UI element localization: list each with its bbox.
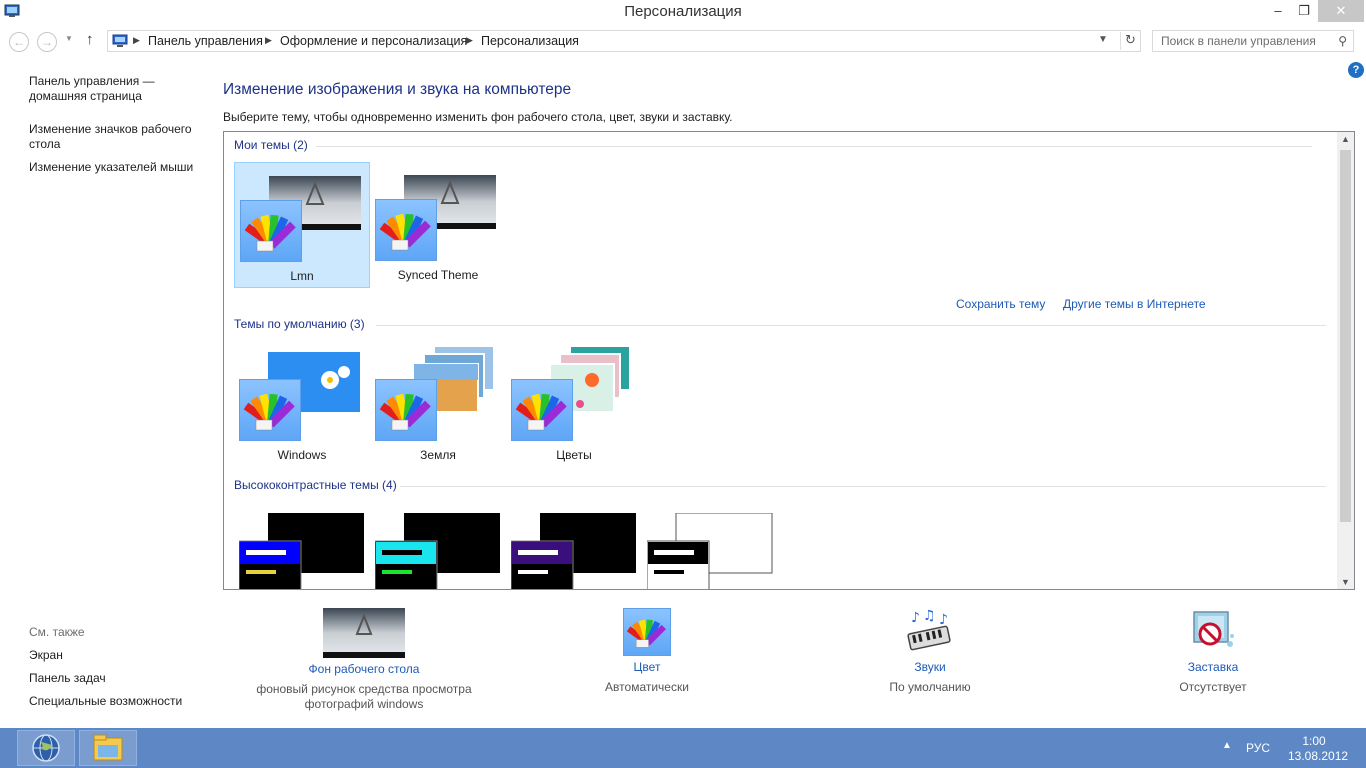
group-divider [376,325,1326,326]
breadcrumb-separator-icon[interactable]: ▶ [133,35,140,46]
color-palette-icon [239,379,301,441]
theme-high-contrast-4[interactable] [647,513,773,590]
theme-label: Земля [420,448,456,462]
sounds-setting[interactable]: ♪ ♫ ♪ Звуки По умолчанию [810,608,1050,695]
window-title: Персонализация [624,3,742,20]
see-also-title: См. также [29,625,85,639]
svg-text:♫: ♫ [923,608,936,624]
group-title-my-themes[interactable]: Мои темы (2) [234,138,308,152]
scroll-up-icon[interactable]: ▲ [1341,134,1350,144]
theme-high-contrast-3[interactable] [511,513,637,590]
scroll-down-icon[interactable]: ▼ [1341,577,1350,587]
search-icon[interactable]: ⚲ [1338,34,1347,48]
refresh-icon[interactable]: ↻ [1120,32,1140,50]
theme-flowers[interactable]: Цветы [506,342,642,468]
screensaver-setting[interactable]: Заставка Отсутствует [1093,608,1333,695]
scroll-thumb[interactable] [1340,150,1351,522]
group-title-default-themes[interactable]: Темы по умолчанию (3) [234,317,365,331]
forward-arrow-icon[interactable]: → [37,32,57,52]
breadcrumb-appearance[interactable]: Оформление и персонализация [280,34,467,48]
color-setting[interactable]: Цвет Автоматически [527,608,767,695]
back-arrow-icon[interactable]: ← [9,32,29,52]
screensaver-icon [1193,611,1234,647]
mouse-pointers-link[interactable]: Изменение указателей мыши [29,160,204,175]
title-bar: Персонализация – ❐ ✕ [0,0,1366,24]
clock[interactable]: 1:00 13.08.2012 [1288,734,1349,764]
page-subtitle: Выберите тему, чтобы одновременно измени… [223,110,733,124]
desktop-icons-link[interactable]: Изменение значков рабочего стола [29,122,204,152]
breadcrumb-separator-icon[interactable]: ▶ [466,35,473,46]
color-palette-icon [623,608,671,656]
color-palette-icon [375,199,437,261]
breadcrumb-control-panel[interactable]: Панель управления [148,34,263,48]
sounds-icon: ♪ ♫ ♪ [907,608,951,651]
theme-synced[interactable]: Synced Theme [370,162,506,288]
clock-date: 13.08.2012 [1288,749,1349,763]
desktop-background-desc: фоновый рисунок средства просмотра фотог… [256,682,472,711]
save-theme-link[interactable]: Сохранить тему [956,297,1045,311]
recent-locations-chevron-icon[interactable]: ▼ [65,34,73,43]
theme-label: Цветы [556,448,592,462]
help-icon[interactable]: ? [1348,62,1364,78]
theme-label: Lmn [290,269,314,283]
input-language-indicator[interactable]: РУС [1246,741,1270,755]
breadcrumb-separator-icon[interactable]: ▶ [265,35,272,46]
screensaver-desc: Отсутствует [1179,680,1247,694]
theme-list-scrollbar[interactable]: ▲ ▼ [1337,132,1354,589]
theme-high-contrast-2[interactable] [375,513,501,590]
color-palette-icon [511,379,573,441]
up-arrow-icon[interactable]: ↑ [86,31,94,48]
taskbar: ▲ РУС 1:00 13.08.2012 [0,728,1366,768]
sounds-desc: По умолчанию [889,680,971,694]
theme-list[interactable]: Мои темы (2) Lmn Synced Theme Сохранить … [223,131,1355,590]
folder-icon [93,734,123,761]
address-bar[interactable]: ▶ Панель управления ▶ Оформление и персо… [107,30,1141,52]
maximize-button[interactable]: ❐ [1290,0,1318,22]
color-link[interactable]: Цвет [527,660,767,674]
taskbar-link[interactable]: Панель задач [29,671,106,685]
close-button[interactable]: ✕ [1318,0,1364,22]
desktop-background-setting[interactable]: Фон рабочего стола фоновый рисунок средс… [244,608,484,712]
search-placeholder: Поиск в панели управления [1161,34,1316,48]
show-hidden-icons-chevron-icon[interactable]: ▲ [1222,740,1232,751]
sounds-link[interactable]: Звуки [810,660,1050,674]
minimize-button[interactable]: – [1264,0,1292,22]
display-link[interactable]: Экран [29,648,63,662]
accessibility-link[interactable]: Специальные возможности [29,694,182,708]
theme-lmn[interactable]: Lmn [234,162,370,288]
group-title-high-contrast[interactable]: Высококонтрастные темы (4) [234,478,397,492]
theme-earth[interactable]: Земля [370,342,506,468]
clock-time: 1:00 [1302,734,1326,748]
screensaver-link[interactable]: Заставка [1093,660,1333,674]
control-panel-icon [112,34,128,47]
more-themes-online-link[interactable]: Другие темы в Интернете [1063,297,1206,311]
control-panel-home-link[interactable]: Панель управления — домашняя страница [29,74,204,104]
group-divider [400,486,1326,487]
theme-windows[interactable]: Windows [234,342,370,468]
navigation-bar: ← → ▼ ↑ ▶ Панель управления ▶ Оформление… [0,26,1366,56]
theme-label: Synced Theme [397,268,479,282]
svg-text:♪: ♪ [939,612,948,628]
desktop-background-link[interactable]: Фон рабочего стола [244,662,484,676]
globe-icon [32,734,60,762]
theme-high-contrast-1[interactable] [239,513,365,590]
search-input[interactable]: Поиск в панели управления ⚲ [1152,30,1354,52]
color-palette-icon [240,200,302,262]
page-title: Изменение изображения и звука на компьют… [223,81,572,98]
svg-text:♪: ♪ [911,610,920,626]
group-divider [316,146,1312,147]
file-explorer-taskbar-button[interactable] [79,730,137,766]
address-dropdown-chevron-icon[interactable]: ▼ [1098,34,1108,45]
color-palette-icon [375,379,437,441]
internet-explorer-taskbar-button[interactable] [17,730,75,766]
color-desc: Автоматически [605,680,689,694]
breadcrumb-personalization[interactable]: Персонализация [481,34,579,48]
desktop-background-icon [323,608,405,658]
theme-label: Windows [277,448,327,462]
